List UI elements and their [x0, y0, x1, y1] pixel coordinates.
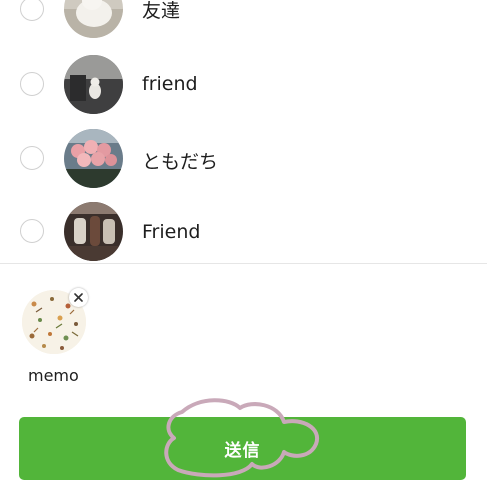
pink-roses-photo-icon — [64, 129, 123, 188]
contact-name: friend — [142, 73, 198, 95]
contact-row-4[interactable]: Friend — [0, 199, 487, 269]
avatar-roses — [64, 129, 123, 188]
select-radio[interactable] — [20, 219, 44, 243]
contact-list: 友達 friend ともだち Friend — [0, 0, 487, 264]
close-icon — [74, 293, 83, 302]
cat-on-sofa-photo-icon — [64, 55, 123, 114]
attachment-label: memo — [28, 366, 79, 385]
share-screen: 友達 friend ともだち Friend memo 送信 — [0, 0, 487, 487]
send-button[interactable]: 送信 — [19, 417, 466, 480]
remove-attachment-button[interactable] — [69, 288, 88, 307]
contact-row-1[interactable]: 友達 — [0, 0, 487, 44]
avatar-lanterns — [64, 202, 123, 261]
lanterns-photo-icon — [64, 202, 123, 261]
select-radio[interactable] — [20, 72, 44, 96]
white-cat-photo-icon — [64, 0, 123, 38]
avatar-white-cat — [64, 0, 123, 38]
avatar-cat-on-sofa — [64, 55, 123, 114]
contact-name: 友達 — [142, 0, 181, 22]
contact-row-2[interactable]: friend — [0, 50, 487, 120]
divider — [0, 263, 487, 264]
contact-name: Friend — [142, 221, 201, 243]
contact-name: ともだち — [142, 151, 219, 173]
select-radio[interactable] — [20, 146, 44, 170]
select-radio[interactable] — [20, 0, 44, 21]
contact-row-3[interactable]: ともだち — [0, 124, 487, 194]
selected-attachment: memo — [22, 288, 88, 386]
send-button-label: 送信 — [224, 441, 261, 461]
